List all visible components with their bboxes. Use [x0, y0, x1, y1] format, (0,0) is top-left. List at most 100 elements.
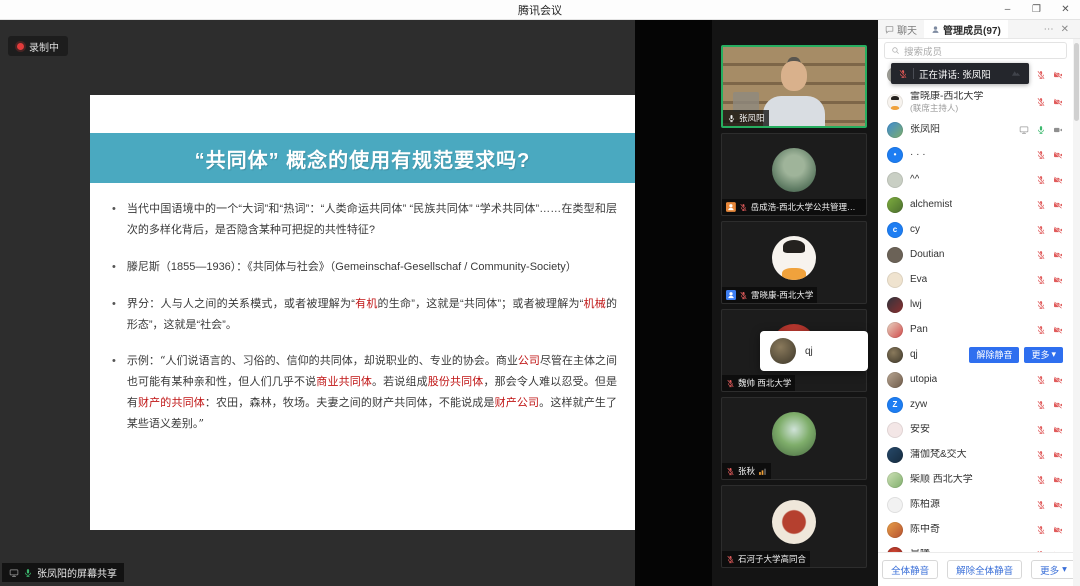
highlighted-term: 公司: [518, 354, 540, 367]
stage-black-bar: [635, 20, 712, 586]
member-name: alchemist: [910, 199, 952, 211]
thumbnail-name-label: 雷晓康-西北大学: [722, 287, 817, 303]
signal-bars-icon: [758, 467, 767, 476]
recording-dot-icon: [17, 43, 24, 50]
participant-name: 石河子大学高同合: [738, 553, 806, 565]
member-row[interactable]: Zzyw: [878, 392, 1073, 417]
panel-more-button[interactable]: ⋯: [1044, 24, 1054, 35]
tab-members[interactable]: 管理成员(97): [924, 20, 1008, 38]
screen-share-icon: [1019, 125, 1029, 135]
member-avatar: [887, 297, 903, 313]
mic-off-icon: [1036, 525, 1046, 535]
bullet-text: 界分：人与人之间的关系模式，或者被理解为“有机的生命”，这就是“共同体”；或者被…: [127, 294, 617, 336]
member-row[interactable]: 张凤阳: [878, 117, 1073, 142]
member-row[interactable]: Eva: [878, 267, 1073, 292]
mic-off-icon: [1036, 375, 1046, 385]
mute-all-button[interactable]: 全体静音: [882, 560, 938, 579]
member-row[interactable]: qj解除静音更多▾: [878, 342, 1073, 367]
video-thumbnail[interactable]: 雷晓康-西北大学: [721, 221, 867, 304]
bullet-marker: •: [112, 199, 116, 241]
scrollbar-thumb[interactable]: [1074, 43, 1079, 121]
member-name: ^^: [910, 174, 919, 186]
member-name: lwj: [910, 299, 922, 311]
search-icon: [891, 46, 900, 55]
member-row[interactable]: 晨曦: [878, 542, 1073, 552]
scrollbar[interactable]: [1073, 39, 1080, 586]
close-window-button[interactable]: ✕: [1051, 0, 1080, 19]
panel-close-button[interactable]: ✕: [1061, 24, 1069, 35]
member-search-input[interactable]: 搜索成员: [884, 42, 1067, 59]
person-badge-orange-icon: [726, 202, 736, 212]
member-avatar: [887, 472, 903, 488]
highlighted-term: 股份共同体: [428, 375, 484, 388]
cam-gray-icon: [1053, 125, 1063, 135]
member-row[interactable]: 安安: [878, 417, 1073, 442]
participant-name: 岳成浩-西北大学公共管理学院: [751, 201, 862, 213]
participant-avatar: [772, 500, 816, 544]
cam-off-icon: [1053, 70, 1063, 80]
mic-off-icon: [1036, 500, 1046, 510]
cam-off-icon: [1053, 475, 1063, 485]
member-name: 张凤阳: [910, 124, 940, 136]
mic-on-icon: [1036, 125, 1046, 135]
mic-on-icon: [727, 114, 736, 123]
recording-badge[interactable]: 录制中: [8, 36, 68, 56]
member-name: utopia: [910, 374, 937, 386]
member-avatar: [887, 122, 903, 138]
member-row[interactable]: Doutian: [878, 242, 1073, 267]
member-row[interactable]: utopia: [878, 367, 1073, 392]
member-avatar: [887, 322, 903, 338]
member-row[interactable]: ^^: [878, 167, 1073, 192]
minimize-button[interactable]: –: [993, 0, 1022, 19]
member-name: 柴顺 西北大学: [910, 474, 973, 486]
maximize-button[interactable]: ❐: [1022, 0, 1051, 19]
mic-off-icon: [1036, 97, 1046, 107]
member-row[interactable]: lwj: [878, 292, 1073, 317]
member-row[interactable]: alchemist: [878, 192, 1073, 217]
member-name: Doutian: [910, 249, 944, 261]
mic-off-icon: [1036, 200, 1046, 210]
mic-off-icon: [1036, 300, 1046, 310]
cam-off-icon: [1053, 400, 1063, 410]
member-row[interactable]: 陈柏源: [878, 492, 1073, 517]
footer-more-button[interactable]: 更多▾: [1031, 560, 1076, 579]
video-thumbnail[interactable]: 岳成浩-西北大学公共管理学院: [721, 133, 867, 216]
member-name: cy: [910, 224, 920, 236]
member-row[interactable]: 蒲伽梵&交大: [878, 442, 1073, 467]
speaking-text: 正在讲话: 张凤阳: [919, 67, 991, 81]
caret-down-icon: ▾: [1051, 349, 1056, 360]
member-row[interactable]: ccy: [878, 217, 1073, 242]
row-more-button[interactable]: 更多▾: [1024, 347, 1063, 363]
member-row[interactable]: 陈中奇: [878, 517, 1073, 542]
bullet-item: • 当代中国语境中的一个“大词”和“热词”：“人类命运共同体” “民族共同体” “…: [112, 199, 617, 241]
member-row[interactable]: Pan: [878, 317, 1073, 342]
tab-chat[interactable]: 聊天: [878, 20, 924, 38]
person-badge-blue-icon: [726, 290, 736, 300]
video-thumbnail[interactable]: 张凤阳: [721, 45, 867, 128]
member-avatar: Z: [887, 397, 903, 413]
video-thumbnail[interactable]: 石河子大学高同合: [721, 485, 867, 568]
member-name: 陈中奇: [910, 524, 940, 536]
member-name: · · ·: [910, 149, 926, 161]
recording-label: 录制中: [29, 39, 59, 54]
meeting-logo-icon: [1011, 68, 1022, 79]
cam-off-icon: [1053, 97, 1063, 107]
screen-share-icon: [9, 568, 19, 578]
member-row[interactable]: 雷晓康-西北大学(联席主持人): [878, 87, 1073, 117]
mic-on-icon: [23, 568, 33, 578]
unmute-all-button[interactable]: 解除全体静音: [947, 560, 1022, 579]
video-thumbnail[interactable]: 张秋: [721, 397, 867, 480]
mic-muted-icon: [739, 203, 748, 212]
participant-name: 魏帅 西北大学: [738, 377, 791, 389]
bullet-marker: •: [112, 257, 116, 278]
caret-down-icon: ▾: [1062, 564, 1067, 575]
member-row[interactable]: •· · ·: [878, 142, 1073, 167]
unmute-button[interactable]: 解除静音: [969, 347, 1019, 363]
member-row[interactable]: 柴顺 西北大学: [878, 467, 1073, 492]
mic-off-icon: [1036, 175, 1046, 185]
mic-muted-icon: [726, 467, 735, 476]
participant-hover-card: qj: [760, 331, 868, 371]
bullet-text: 当代中国语境中的一个“大词”和“热词”：“人类命运共同体” “民族共同体” “学…: [127, 199, 617, 241]
cam-off-icon: [1053, 200, 1063, 210]
member-name: 雷晓康-西北大学: [910, 91, 983, 103]
